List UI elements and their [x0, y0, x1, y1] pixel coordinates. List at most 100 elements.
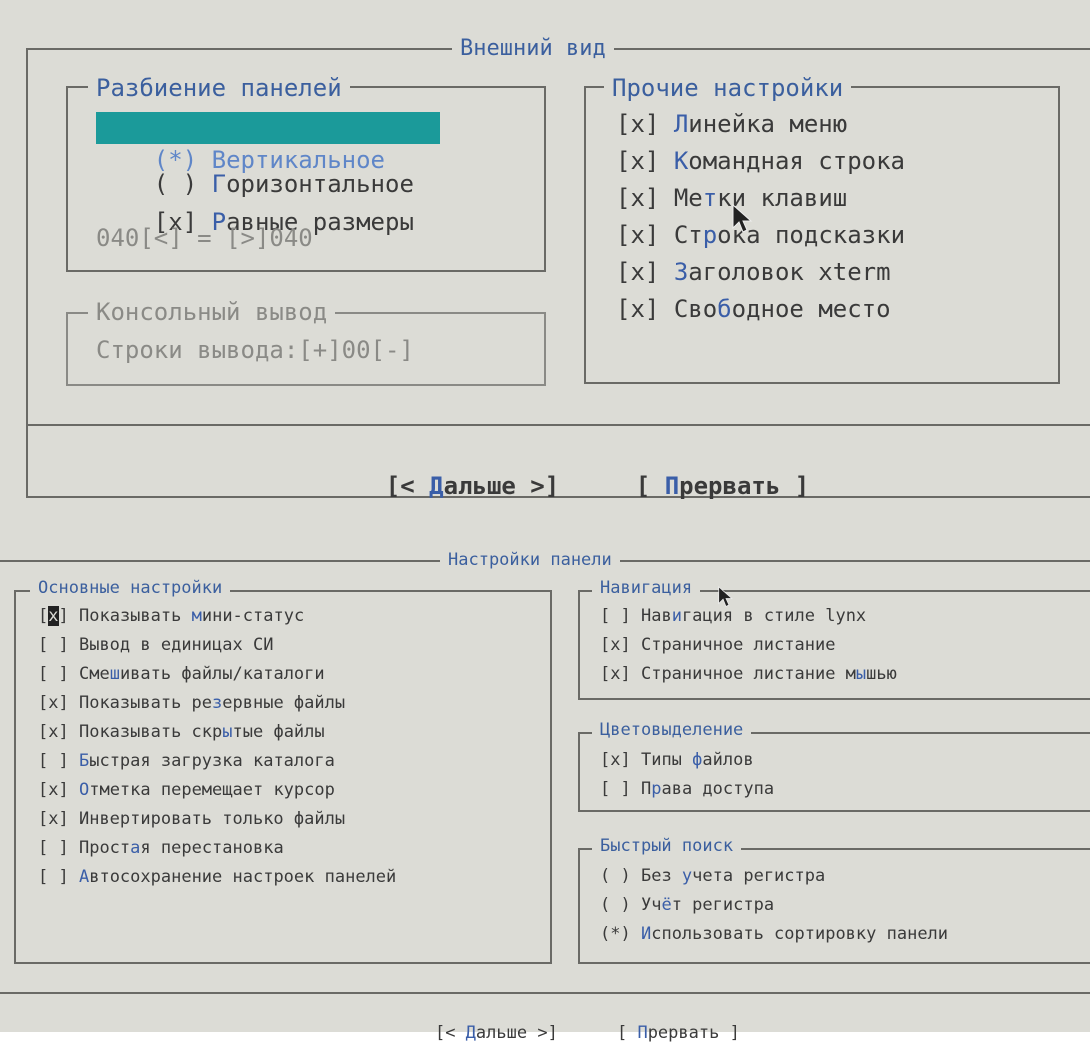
main-settings-item-8[interactable]: [ ] Простая перестановка: [38, 840, 284, 857]
main-settings-checkbox-mark: [ ]: [38, 635, 69, 655]
main-settings-item-7[interactable]: [x] Инвертировать только файлы: [38, 811, 345, 828]
main-settings-label-pre: Показывать: [79, 606, 192, 626]
quick-search-item-2[interactable]: (*) Использовать сортировку панели: [600, 926, 948, 943]
other-settings-item-1[interactable]: [x] Командная строка: [616, 149, 905, 173]
panel-next-button-label: альше >]: [475, 1023, 558, 1043]
other-settings-checkbox-mark: [x]: [616, 184, 660, 212]
main-settings-item-0[interactable]: [x] Показывать мини-статус: [38, 606, 305, 626]
main-settings-hotkey: А: [78, 867, 90, 887]
other-settings-item-5[interactable]: [x] Свободное место: [616, 297, 891, 321]
color-highlight-label-pre: Типы: [640, 750, 693, 770]
other-settings-label-pre: Ст: [673, 221, 703, 249]
quick-search-label-pre: Без: [640, 866, 682, 886]
other-settings-label-pre: Ме: [673, 184, 703, 212]
main-settings-hotkey: О: [78, 780, 90, 800]
other-settings-label-rest: инейка меню: [688, 110, 848, 138]
main-settings-label-pre: Инвертировать только файлы: [78, 809, 346, 829]
panel-ratio: 040[<] = [>]040: [96, 224, 313, 252]
next-button-open: [<: [385, 472, 430, 500]
other-settings-hotkey: б: [717, 295, 732, 323]
console-output-title: Консольный вывод: [88, 300, 336, 324]
other-settings-label-pre: Сво: [673, 295, 718, 323]
text-cursor: x: [48, 606, 59, 626]
main-settings-label-pre: Сме: [78, 664, 110, 684]
main-settings-item-2[interactable]: [ ] Смешивать файлы/каталоги: [38, 666, 325, 683]
color-highlight-checkbox-mark: [ ]: [600, 779, 631, 799]
other-settings-label-rest: аголовок xterm: [688, 258, 891, 286]
color-highlight-item-0[interactable]: [x] Типы файлов: [600, 752, 754, 769]
quick-search-checkbox-mark: ( ): [600, 895, 631, 915]
other-settings-item-0[interactable]: [x] Линейка меню: [616, 112, 847, 136]
color-highlight-item-1[interactable]: [ ] Права доступа: [600, 781, 774, 798]
navigation-label-pre: Страничное листание м: [640, 664, 856, 684]
panel-settings-dialog: Настройки панели Основные настройки [x] …: [0, 530, 1090, 1042]
main-settings-item-5[interactable]: [ ] Быстрая загрузка каталога: [38, 753, 335, 770]
next-button[interactable]: [< Дальше >]: [328, 450, 559, 522]
navigation-item-0[interactable]: [ ] Навигация в стиле lynx: [600, 608, 866, 625]
other-settings-hotkey: р: [702, 221, 718, 249]
panel-abort-button-open: [: [616, 1023, 638, 1043]
main-settings-checkbox-mark: [x]: [38, 722, 69, 742]
other-settings-hotkey: З: [673, 258, 689, 286]
navigation-label-rest: гация в стиле lynx: [681, 606, 867, 626]
main-settings-item-6[interactable]: [x] Отметка перемещает курсор: [38, 782, 335, 799]
color-highlight-hotkey: ф: [692, 750, 703, 770]
main-settings-item-1[interactable]: [ ] Вывод в единицах СИ: [38, 637, 273, 654]
panel-next-button[interactable]: [< Дальше >]: [394, 1008, 558, 1059]
main-settings-label-rest: ивать файлы/каталоги: [119, 664, 325, 684]
panel-abort-button[interactable]: [ Прервать ]: [576, 1008, 740, 1059]
other-settings-hotkey: т: [702, 184, 718, 212]
main-settings-label-pre: Вывод в единицах СИ: [78, 635, 274, 655]
main-settings-hotkey: м: [191, 606, 202, 626]
navigation-title: Навигация: [592, 580, 701, 597]
quick-search-label-pre: Уч: [640, 895, 662, 915]
main-settings-label-rest: ыстрая загрузка каталога: [89, 751, 335, 771]
navigation-label-rest: шью: [866, 664, 897, 684]
abort-button[interactable]: [ Прервать ]: [578, 450, 809, 522]
button-separator: [26, 424, 1090, 426]
quick-search-title: Быстрый поиск: [592, 838, 742, 855]
panel-settings-title: Настройки панели: [440, 552, 620, 569]
abort-button-open: [: [635, 472, 665, 500]
other-settings-item-4[interactable]: [x] Заголовок xterm: [616, 260, 891, 284]
color-highlight-label-pre: П: [640, 779, 652, 799]
navigation-checkbox-mark: [x]: [600, 664, 631, 684]
appearance-title: Внешний вид: [452, 38, 614, 60]
main-settings-label-rest: ини-статус: [201, 606, 305, 626]
other-settings-hotkey: К: [673, 147, 689, 175]
color-highlight-checkbox-mark: [x]: [600, 750, 631, 770]
color-highlight-label-rest: айлов: [702, 750, 754, 770]
quick-search-item-0[interactable]: ( ) Без учета регистра: [600, 868, 825, 885]
quick-search-label-rest: т регистра: [671, 895, 775, 915]
other-settings-checkbox-mark: [x]: [616, 258, 660, 286]
main-settings-checkbox-mark: [x]: [38, 693, 69, 713]
main-settings-checkbox-mark: [ ]: [38, 838, 69, 858]
navigation-item-1[interactable]: [x] Страничное листание: [600, 637, 835, 654]
color-highlight-label-rest: ава доступа: [661, 779, 775, 799]
navigation-checkbox-mark: [x]: [600, 635, 631, 655]
navigation-item-2[interactable]: [x] Страничное листание мышью: [600, 666, 897, 683]
other-settings-label-rest: омандная строка: [688, 147, 906, 175]
other-settings-checkbox-mark: [x]: [616, 147, 660, 175]
other-settings-label-rest: одное место: [731, 295, 891, 323]
panel-split-title: Разбиение панелей: [88, 76, 350, 100]
main-settings-item-3[interactable]: [x] Показывать резервные файлы: [38, 695, 345, 712]
panel-settings-button-separator: [0, 992, 1090, 994]
quick-search-checkbox-mark: ( ): [600, 866, 631, 886]
quick-search-hotkey: у: [681, 866, 693, 886]
radio-vertical[interactable]: (*) Вертикальное: [96, 112, 440, 174]
navigation-label-pre: Страничное листание: [640, 635, 836, 655]
other-settings-checkbox-mark: [x]: [616, 221, 660, 249]
quick-search-item-1[interactable]: ( ) Учёт регистра: [600, 897, 774, 914]
main-settings-label-rest: втосохранение настроек панелей: [89, 867, 397, 887]
other-settings-item-3[interactable]: [x] Строка подсказки: [616, 223, 905, 247]
quick-search-checkbox-mark: (*): [600, 924, 631, 944]
main-settings-item-4[interactable]: [x] Показывать скрытые файлы: [38, 724, 325, 741]
navigation-label-pre: Нав: [640, 606, 672, 626]
main-settings-checkbox-mark: [ ]: [38, 664, 69, 684]
main-settings-title: Основные настройки: [30, 580, 231, 597]
other-settings-checkbox-mark: [x]: [616, 295, 660, 323]
panel-abort-button-label: рервать ]: [647, 1023, 740, 1043]
main-settings-item-9[interactable]: [ ] Автосохранение настроек панелей: [38, 869, 396, 886]
appearance-dialog: Внешний вид Разбиение панелей (*) Вертик…: [0, 0, 1090, 530]
